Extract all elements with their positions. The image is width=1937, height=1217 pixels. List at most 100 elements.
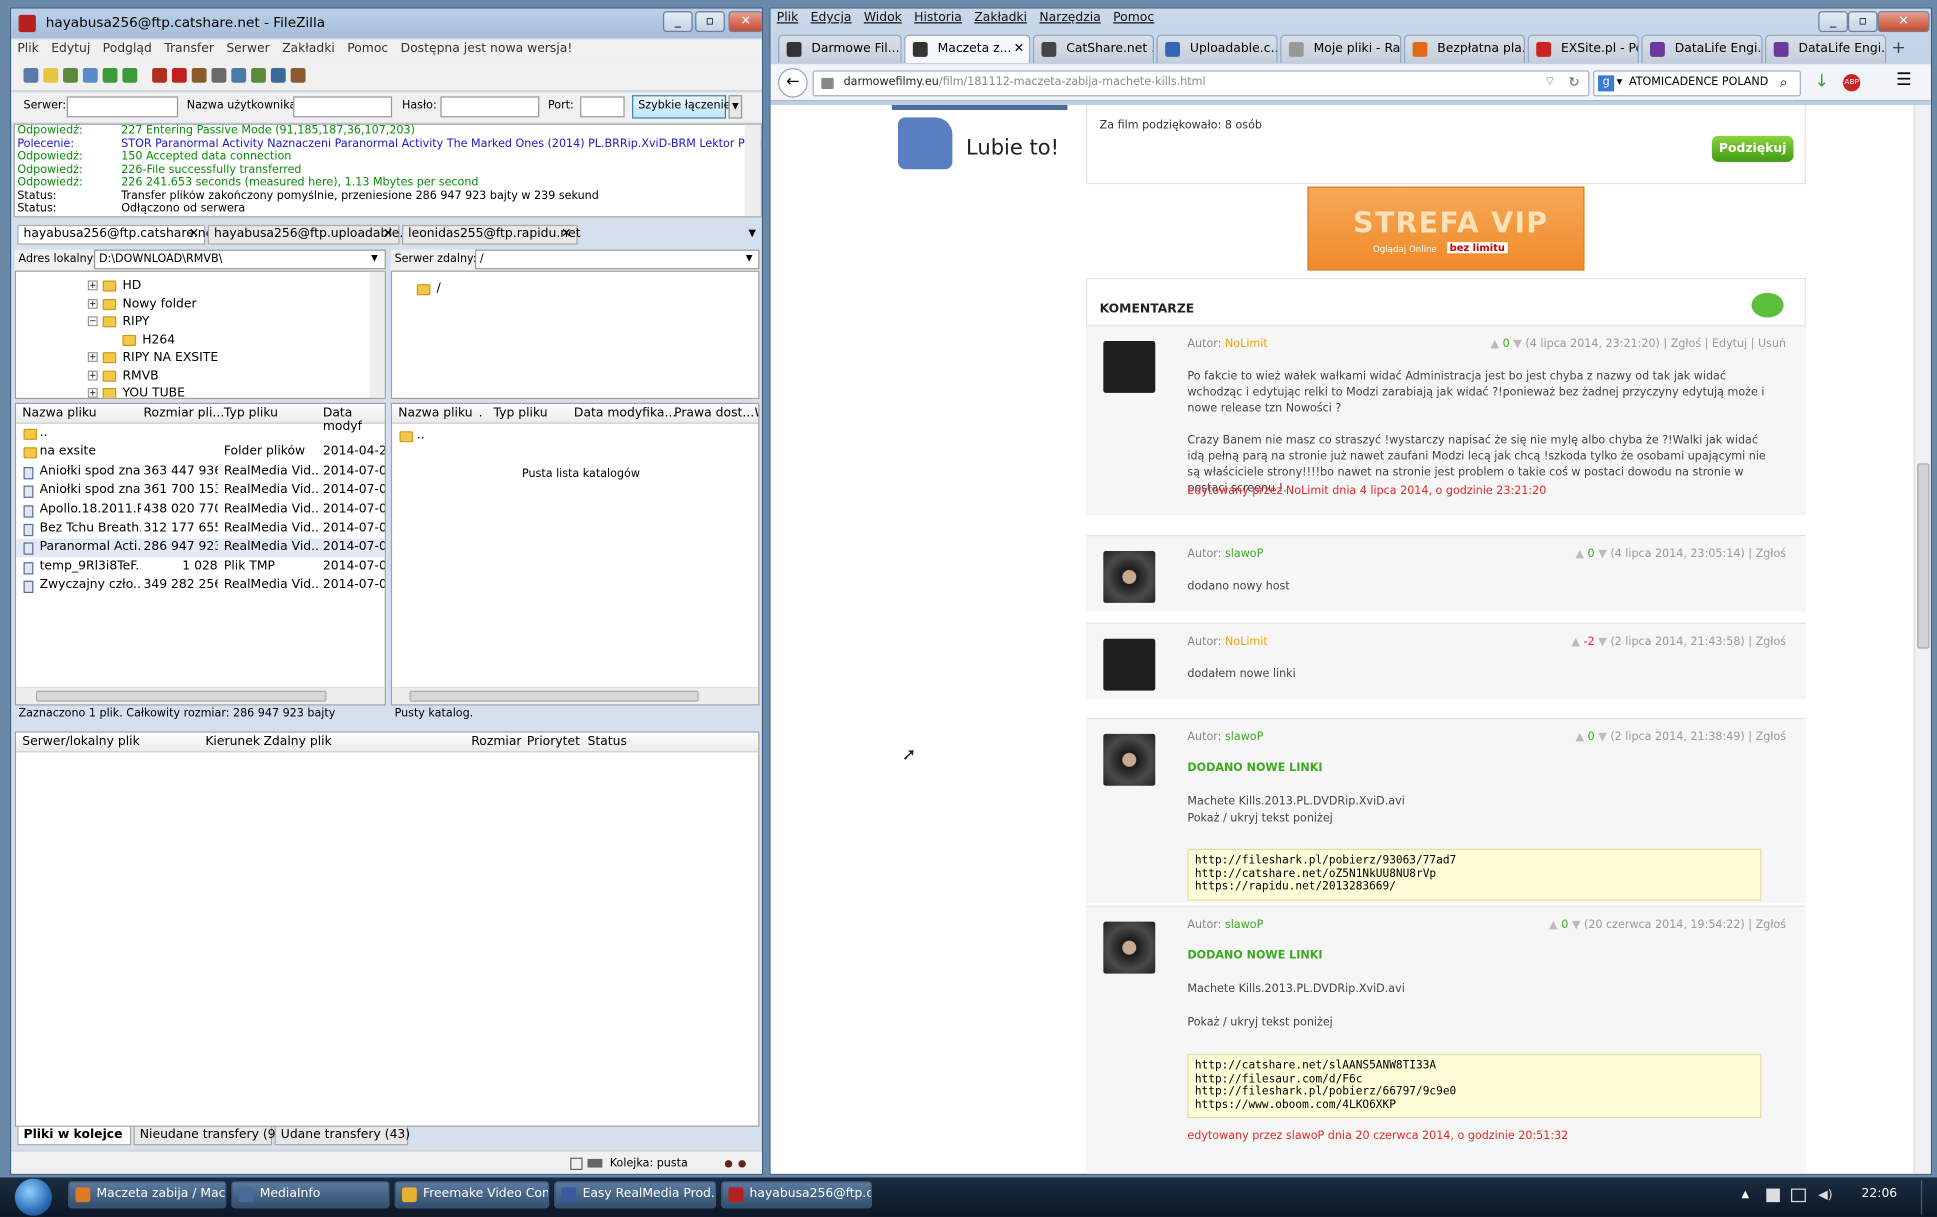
- queue-tab[interactable]: Pliki w kolejce: [17, 1125, 132, 1146]
- thanks-button[interactable]: Podziękuj: [1711, 135, 1794, 162]
- vote-up-icon[interactable]: ▲: [1549, 919, 1558, 931]
- avatar[interactable]: [1103, 733, 1156, 786]
- taskbar-item[interactable]: Freemake Video Con...: [394, 1181, 550, 1209]
- site-tab[interactable]: hayabusa256@ftp.catshare.net ✕: [17, 224, 218, 245]
- menu-item[interactable]: Transfer: [158, 40, 220, 59]
- close-button[interactable]: ✕: [728, 11, 762, 33]
- browser-tab[interactable]: Maczeta z... ✕: [904, 34, 1031, 64]
- toolbar-button-icon[interactable]: [211, 67, 227, 83]
- menu-item[interactable]: Widok: [858, 9, 908, 28]
- site-tab[interactable]: hayabusa256@ftp.uploadable.ch ✕: [207, 224, 418, 245]
- file-row[interactable]: Paranormal Acti... 286 947 923 RealMedia V…: [16, 539, 385, 558]
- toggle-text-link[interactable]: Pokaż / ukryj tekst poniżej: [1187, 812, 1768, 828]
- taskbar-item[interactable]: MediaInfo: [231, 1181, 390, 1209]
- vote-down-icon[interactable]: ▼: [1572, 919, 1581, 931]
- menu-item[interactable]: Podgląd: [96, 40, 158, 59]
- comment-date[interactable]: (20 czerwca 2014, 19:54:22) | Zgłoś: [1584, 919, 1786, 931]
- remote-tree[interactable]: /: [390, 270, 760, 400]
- start-button[interactable]: [14, 1178, 52, 1216]
- expand-icon[interactable]: −: [87, 316, 98, 327]
- port-input[interactable]: [580, 96, 625, 118]
- toolbar-button-icon[interactable]: [102, 67, 118, 83]
- download-link[interactable]: http://fileshark.pl/pobierz/66797/9c9e0: [1195, 1086, 1754, 1099]
- browser-tab[interactable]: Uploadable.c...: [1156, 34, 1278, 64]
- adblock-icon[interactable]: ABP: [1842, 74, 1861, 92]
- close-button[interactable]: ✕: [1877, 11, 1930, 33]
- column-header[interactable]: Data modyfika...: [574, 406, 676, 420]
- transfer-queue[interactable]: Serwer/lokalny plik Kierunek Zdalny plik Ro…: [14, 731, 760, 1127]
- reload-icon[interactable]: ↻: [1568, 74, 1579, 90]
- avatar[interactable]: [1103, 551, 1156, 603]
- vote-down-icon[interactable]: ▼: [1513, 339, 1522, 351]
- menu-icon[interactable]: ☰: [1896, 70, 1912, 90]
- tree-item[interactable]: H264: [142, 333, 175, 347]
- remote-path-input[interactable]: /: [474, 249, 760, 270]
- tray-show-hidden-icon[interactable]: ▲: [1742, 1189, 1750, 1200]
- download-icon[interactable]: ↓: [1815, 72, 1830, 92]
- toolbar-button-icon[interactable]: [191, 67, 207, 83]
- close-tab-icon[interactable]: ✕: [189, 227, 199, 241]
- column-header[interactable]: Nazwa pliku: [398, 406, 472, 420]
- expand-icon[interactable]: +: [87, 352, 98, 363]
- local-file-list[interactable]: Nazwa pliku Rozmiar pli... Typ pliku Data m…: [14, 402, 386, 706]
- vote-down-icon[interactable]: ▼: [1598, 549, 1607, 561]
- tray-network-icon[interactable]: [1791, 1188, 1806, 1203]
- file-row[interactable]: na exsite Folder plików 2014-04-22: [16, 444, 385, 463]
- comment-author[interactable]: slawoP: [1225, 731, 1263, 743]
- taskbar-item[interactable]: Easy RealMedia Prod...: [554, 1181, 717, 1209]
- comment-author[interactable]: slawoP: [1225, 549, 1263, 561]
- remote-tree-root[interactable]: /: [437, 282, 441, 296]
- menu-item[interactable]: Plik: [11, 40, 45, 59]
- message-log[interactable]: Odpowiedź: 227 Entering Passive Mode (91,…: [13, 123, 762, 218]
- url-dropdown-icon[interactable]: ▽: [1546, 75, 1554, 86]
- expand-icon[interactable]: +: [87, 387, 98, 398]
- password-input[interactable]: [440, 96, 540, 118]
- minimize-button[interactable]: _: [662, 11, 693, 33]
- username-input[interactable]: [293, 96, 393, 118]
- vip-banner[interactable]: STREFA VIP Oglądaj Online bez limitu: [1307, 186, 1585, 271]
- like-label[interactable]: Lubie to!: [966, 136, 1059, 161]
- toolbar-button-icon[interactable]: [43, 67, 59, 83]
- column-header[interactable]: Typ pliku: [224, 406, 278, 420]
- browser-tab[interactable]: Moje pliki - Rapid...: [1280, 34, 1402, 64]
- tray-volume-icon[interactable]: ◀): [1818, 1189, 1832, 1203]
- expand-icon[interactable]: +: [87, 298, 98, 309]
- back-button[interactable]: ←: [778, 67, 808, 98]
- browser-tab[interactable]: CatShare.net ...: [1032, 34, 1155, 64]
- menu-item[interactable]: Narzędzia: [1033, 9, 1107, 28]
- menu-item[interactable]: Plik: [771, 9, 805, 28]
- tree-item[interactable]: RIPY: [122, 315, 149, 329]
- queue-tab[interactable]: Udane transfery (43): [274, 1125, 410, 1146]
- vote-down-icon[interactable]: ▼: [1598, 636, 1607, 648]
- toolbar-button-icon[interactable]: [63, 67, 78, 83]
- vote-down-icon[interactable]: ▼: [1598, 731, 1607, 743]
- toolbar-button-icon[interactable]: [251, 67, 266, 83]
- toolbar-button-icon[interactable]: [122, 67, 138, 83]
- server-input[interactable]: [66, 96, 179, 118]
- new-tab-button[interactable]: +: [1891, 38, 1906, 58]
- search-bar[interactable]: g ▼ ATOMICADENCE POLAND ⌕: [1593, 70, 1801, 97]
- menu-item[interactable]: Edytuj: [45, 40, 96, 59]
- minimize-button[interactable]: _: [1818, 11, 1848, 33]
- column-header[interactable]: Zdalny plik: [263, 735, 331, 749]
- quickconnect-button[interactable]: Szybkie łączenie: [632, 95, 731, 119]
- download-link[interactable]: http://fileshark.pl/pobierz/93063/77ad7: [1195, 855, 1754, 868]
- quickconnect-dropdown-icon[interactable]: ▼: [728, 95, 743, 119]
- file-row[interactable]: ..: [16, 425, 385, 444]
- browser-tab[interactable]: Darmowe Fil...: [778, 34, 902, 64]
- comment-date[interactable]: (4 lipca 2014, 23:05:14) | Zgłoś: [1610, 549, 1786, 561]
- comment-author[interactable]: NoLimit: [1225, 339, 1268, 351]
- local-path-dropdown-icon[interactable]: ▼: [371, 253, 378, 263]
- thumbs-up-icon[interactable]: [897, 117, 953, 170]
- column-header[interactable]: .: [479, 406, 483, 420]
- log-scrollbar[interactable]: [744, 124, 761, 217]
- menu-item[interactable]: Edycja: [804, 9, 857, 28]
- tree-scrollbar[interactable]: [369, 271, 385, 398]
- filter-icon[interactable]: [570, 1157, 583, 1171]
- tree-item[interactable]: YOU TUBE: [122, 387, 185, 398]
- google-icon[interactable]: g: [1598, 75, 1615, 92]
- search-icon[interactable]: ⌕: [1780, 74, 1788, 91]
- toolbar-button-icon[interactable]: [270, 67, 286, 83]
- column-header[interactable]: Typ pliku: [494, 406, 548, 420]
- close-tab-icon[interactable]: ✕: [383, 227, 393, 241]
